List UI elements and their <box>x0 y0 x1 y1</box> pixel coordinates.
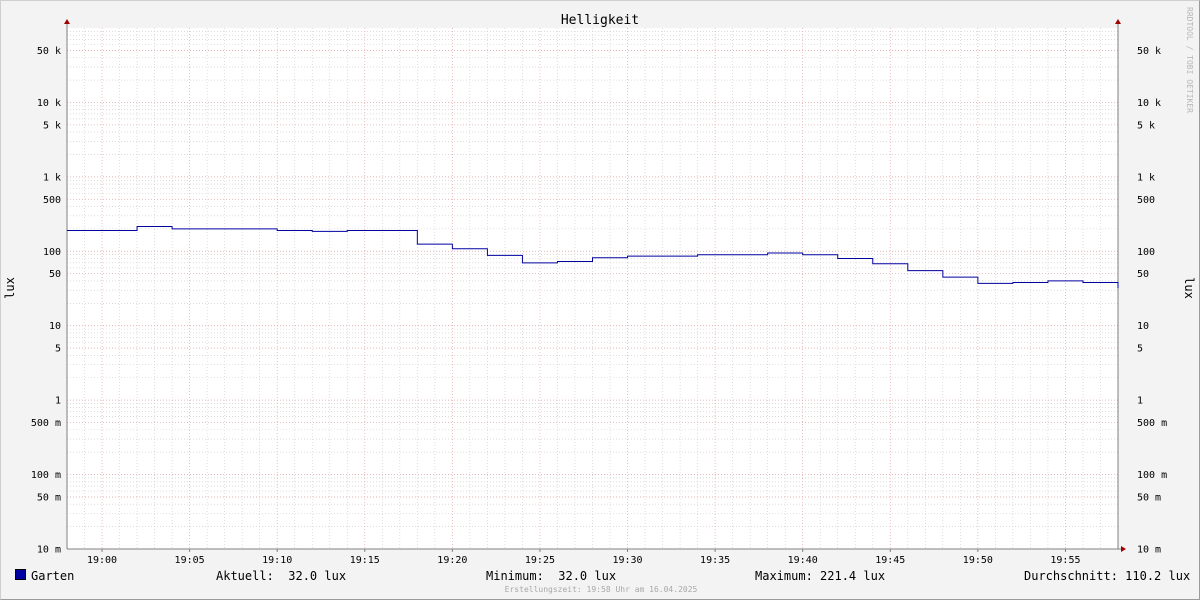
legend-current: Aktuell: 32.0 lux <box>216 569 347 583</box>
y-tick-label-right: 10 k <box>1137 98 1161 109</box>
x-tick-label: 19:30 <box>612 555 642 566</box>
chart-title: Helligkeit <box>561 13 639 28</box>
x-tick-label: 19:00 <box>87 555 117 566</box>
x-tick-label: 19:50 <box>963 555 993 566</box>
y-tick-label-right: 500 <box>1137 195 1155 206</box>
y-tick-label-right: 50 m <box>1137 492 1161 503</box>
legend-minimum: Minimum: 32.0 lux <box>486 569 617 583</box>
x-tick-label: 19:05 <box>175 555 205 566</box>
y-axis-label-right: lux <box>1182 277 1196 299</box>
y-tick-label-right: 500 m <box>1137 418 1167 429</box>
y-tick-label-right: 5 k <box>1137 120 1155 131</box>
y-tick-label-right: 100 <box>1137 247 1155 258</box>
x-tick-labels: 19:00 19:05 19:10 19:15 19:20 19:25 19:30 19:35… <box>87 555 1081 566</box>
x-tick-label: 19:15 <box>350 555 380 566</box>
x-axis-arrow <box>1121 546 1126 552</box>
legend-series-name: Garten <box>31 569 75 583</box>
y-tick-label-left: 10 m <box>37 545 61 556</box>
y-tick-label-left: 10 k <box>37 98 61 109</box>
y-tick-label-left: 500 m <box>31 418 61 429</box>
x-tick-label: 19:25 <box>525 555 555 566</box>
y-tick-label-left: 1 <box>55 396 61 407</box>
x-tick-label: 19:35 <box>700 555 730 566</box>
x-tick-label: 19:10 <box>262 555 292 566</box>
y-tick-labels-left: 50 k 10 k 5 k 1 k 500 100 50 10 5 1 500 m 100 m 50 m… <box>31 46 61 556</box>
y-tick-label-left: 10 <box>49 321 61 332</box>
y-tick-label-left: 500 <box>43 195 61 206</box>
legend-maximum: Maximum: 221.4 lux <box>755 569 886 583</box>
y-tick-label-right: 5 <box>1137 344 1143 355</box>
x-tick-label: 19:55 <box>1050 555 1080 566</box>
rrdtool-watermark: RRDTOOL / TOBI OETIKER <box>1185 7 1194 113</box>
y-tick-label-left: 100 m <box>31 470 61 481</box>
brightness-chart: 50 k 10 k 5 k 1 k 500 100 50 10 5 1 500 m 100 m 50 m… <box>3 7 1196 566</box>
y-tick-label-left: 50 k <box>37 46 61 57</box>
y-axis-arrow-right <box>1115 19 1121 24</box>
y-tick-label-right: 10 <box>1137 321 1149 332</box>
x-tick-label: 19:45 <box>875 555 905 566</box>
y-tick-label-left: 1 k <box>43 172 61 183</box>
y-tick-label-right: 50 k <box>1137 46 1161 57</box>
y-tick-label-left: 5 <box>55 344 61 355</box>
x-tick-label: 19:20 <box>437 555 467 566</box>
y-axis-label-left: lux <box>3 277 17 299</box>
y-tick-label-left: 50 <box>49 269 61 280</box>
legend-average: Durchschnitt: 110.2 lux <box>1024 569 1191 583</box>
y-tick-labels-right: 50 k 10 k 5 k 1 k 500 100 50 10 5 1 500 m 100 m 50 m… <box>1137 46 1167 556</box>
y-tick-label-right: 10 m <box>1137 545 1161 556</box>
chart-window: 50 k 10 k 5 k 1 k 500 100 50 10 5 1 500 m 100 m 50 m… <box>0 0 1200 600</box>
y-tick-label-left: 50 m <box>37 492 61 503</box>
legend: Garten Aktuell: 32.0 lux Minimum: 32.0 l… <box>15 569 1190 585</box>
x-tick-label: 19:40 <box>788 555 818 566</box>
y-tick-label-left: 5 k <box>43 120 61 131</box>
legend-swatch-garten <box>15 569 26 580</box>
creation-timestamp: Erstellungszeit: 19:58 Uhr am 16.04.2025 <box>504 585 698 594</box>
y-axis-arrow-left <box>64 19 70 24</box>
y-tick-label-right: 50 <box>1137 269 1149 280</box>
y-tick-label-right: 100 m <box>1137 470 1167 481</box>
y-tick-label-right: 1 k <box>1137 172 1155 183</box>
y-tick-label-left: 100 <box>43 247 61 258</box>
y-tick-label-right: 1 <box>1137 396 1143 407</box>
